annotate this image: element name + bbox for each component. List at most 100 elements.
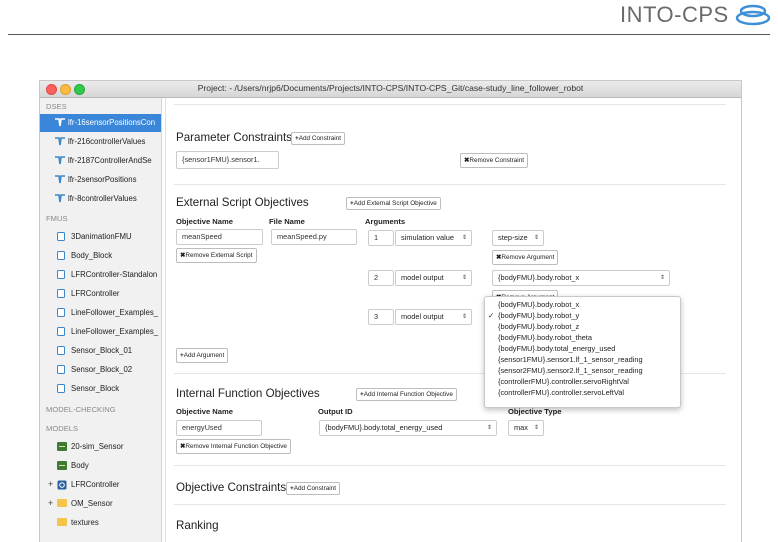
section-divider: [174, 504, 726, 505]
external-script-objectives-heading: External Script Objectives: [176, 196, 309, 209]
sidebar-item-fmu[interactable]: Sensor_Block: [40, 380, 161, 398]
sidebar-item-fmu[interactable]: Sensor_Block_01: [40, 342, 161, 360]
parameter-constraints-heading: Parameter Constraints: [176, 131, 292, 144]
updown-arrow-icon: ⇕: [486, 425, 492, 431]
sidebar-item-label: 20-sim_Sensor: [71, 442, 124, 451]
argument-value-dropdown-list[interactable]: {bodyFMU}.body.robot_x ✓ {bodyFMU}.body.r…: [484, 296, 681, 408]
sidebar-item-fmu[interactable]: LineFollower_Examples_: [40, 323, 161, 341]
updown-arrow-icon: ⇕: [533, 425, 539, 431]
sidebar-item-label: lfr-16sensorPositionsCon: [68, 118, 156, 127]
window-title: Project: - /Users/nrjp6/Documents/Projec…: [197, 83, 584, 93]
project-sidebar: DSES lfr-16sensorPositionsCon lfr-216con…: [40, 98, 162, 542]
add-internal-function-objective-button[interactable]: +Add Internal Function Objective: [356, 388, 457, 401]
sidebar-item-fmu[interactable]: Sensor_Block_02: [40, 361, 161, 379]
sidebar-item-model[interactable]: textures: [40, 514, 161, 532]
sidebar-item-dse[interactable]: lfr-2sensorPositions: [40, 171, 161, 189]
sidebar-item-label: lfr-216controllerValues: [68, 137, 146, 146]
add-parameter-constraint-button[interactable]: +Add Constraint: [291, 132, 346, 145]
remove-internal-function-objective-button[interactable]: ✖Remove Internal Function Objective: [176, 439, 291, 454]
file-name-input[interactable]: meanSpeed.py: [271, 229, 357, 245]
fmu-file-icon: [57, 232, 65, 241]
checkmark-icon: ✓: [488, 311, 495, 320]
output-id-select[interactable]: {bodyFMU}.body.total_energy_used ⇕: [319, 420, 497, 436]
fmu-file-icon: [57, 365, 65, 374]
dse-icon: [55, 156, 65, 165]
remove-external-script-button[interactable]: ✖Remove External Script: [176, 248, 257, 263]
sidebar-section-dses: DSES: [46, 102, 67, 111]
add-argument-button[interactable]: +Add Argument: [176, 348, 229, 363]
remove-constraint-button[interactable]: ✖Remove Constraint: [460, 153, 529, 168]
title-bar[interactable]: Project: - /Users/nrjp6/Documents/Projec…: [40, 81, 741, 98]
internal-objective-name-input[interactable]: energyUsed: [176, 420, 262, 436]
panel-border: [165, 98, 166, 542]
sidebar-item-label: LFRController: [71, 480, 120, 489]
dropdown-option[interactable]: {bodyFMU}.body.total_energy_used: [485, 344, 680, 355]
sidebar-item-model[interactable]: Body: [40, 457, 161, 475]
fmu-file-icon: [57, 346, 65, 355]
section-divider: [174, 184, 726, 185]
dropdown-option[interactable]: {sensor1FMU}.sensor1.lf_1_sensor_reading: [485, 355, 680, 366]
header-rule: [8, 34, 770, 35]
ranking-heading: Ranking: [176, 519, 219, 532]
fmu-file-icon: [57, 289, 65, 298]
argument-index-input[interactable]: 2: [368, 270, 394, 286]
sidebar-item-dse[interactable]: lfr-216controllerValues: [40, 133, 161, 151]
folder-icon: [57, 499, 67, 507]
argument-index-input[interactable]: 1: [368, 230, 394, 246]
sidebar-item-fmu[interactable]: LFRController-Standalon: [40, 266, 161, 284]
column-header-objective-type: Objective Type: [508, 407, 562, 416]
argument-type-select[interactable]: model output ⇕: [395, 270, 472, 286]
sidebar-section-models: MODELS: [46, 424, 79, 433]
dropdown-option[interactable]: {controllerFMU}.controller.servoRightVal: [485, 377, 680, 388]
expand-toggle[interactable]: +: [48, 479, 53, 489]
dropdown-option[interactable]: {controllerFMU}.controller.servoLeftVal: [485, 388, 680, 399]
sidebar-item-dse[interactable]: lfr-16sensorPositionsCon: [40, 114, 161, 132]
sidebar-item-label: lfr-8controllerValues: [68, 194, 137, 203]
objective-type-select[interactable]: max ⇕: [508, 420, 544, 436]
dse-icon: [55, 175, 65, 184]
sidebar-item-fmu[interactable]: Body_Block: [40, 247, 161, 265]
dropdown-option[interactable]: {sensor2FMU}.sensor2.lf_1_sensor_reading: [485, 366, 680, 377]
updown-arrow-icon: ⇕: [659, 275, 665, 281]
column-header-objective-name: Objective Name: [176, 217, 233, 226]
fmu-file-icon: [57, 251, 65, 260]
sidebar-item-dse[interactable]: lfr-8controllerValues: [40, 190, 161, 208]
objective-name-input[interactable]: meanSpeed: [176, 229, 263, 245]
sidebar-item-dse[interactable]: lfr-2187ControllerAndSe: [40, 152, 161, 170]
sidebar-item-model[interactable]: + LFRController: [40, 476, 161, 494]
dse-icon: [55, 194, 65, 203]
column-header-arguments: Arguments: [365, 217, 406, 226]
parameter-constraint-input[interactable]: {sensor1FMU}.sensor1.: [176, 151, 279, 169]
add-external-script-objective-button[interactable]: +Add External Script Objective: [346, 197, 441, 210]
expand-toggle[interactable]: +: [48, 498, 53, 508]
add-objective-constraint-button[interactable]: +Add Constraint: [286, 482, 341, 495]
dropdown-option[interactable]: {bodyFMU}.body.robot_theta: [485, 333, 680, 344]
objective-constraints-heading: Objective Constraints: [176, 481, 287, 494]
sidebar-item-label: lfr-2sensorPositions: [68, 175, 137, 184]
model-icon: [57, 461, 67, 470]
sidebar-item-label: Body_Block: [71, 251, 113, 260]
sidebar-item-label: textures: [71, 518, 99, 527]
dropdown-option[interactable]: ✓ {bodyFMU}.body.robot_y: [485, 311, 680, 322]
argument-value-select[interactable]: {bodyFMU}.body.robot_x ⇕: [492, 270, 670, 286]
app-window: Project: - /Users/nrjp6/Documents/Projec…: [39, 80, 742, 542]
remove-argument-button[interactable]: ✖Remove Argument: [492, 250, 559, 265]
dropdown-option[interactable]: {bodyFMU}.body.robot_z: [485, 322, 680, 333]
argument-value-select[interactable]: step-size ⇕: [492, 230, 544, 246]
sidebar-item-fmu[interactable]: LFRController: [40, 285, 161, 303]
sidebar-item-fmu[interactable]: 3DanimationFMU: [40, 228, 161, 246]
dropdown-option[interactable]: {bodyFMU}.body.robot_x: [485, 300, 680, 311]
sidebar-item-model[interactable]: 20-sim_Sensor: [40, 438, 161, 456]
dse-icon: [55, 118, 65, 127]
internal-function-objectives-heading: Internal Function Objectives: [176, 387, 320, 400]
updown-arrow-icon: ⇕: [461, 235, 467, 241]
sidebar-item-fmu[interactable]: LineFollower_Examples_: [40, 304, 161, 322]
argument-type-select[interactable]: model output ⇕: [395, 309, 472, 325]
argument-type-select[interactable]: simulation value ⇕: [395, 230, 472, 246]
argument-index-input[interactable]: 3: [368, 309, 394, 325]
fmu-file-icon: [57, 270, 65, 279]
sidebar-item-model[interactable]: + OM_Sensor: [40, 495, 161, 513]
sidebar-item-label: Sensor_Block_02: [71, 365, 133, 374]
sidebar-section-fmus: FMUS: [46, 214, 68, 223]
section-divider: [174, 104, 726, 105]
